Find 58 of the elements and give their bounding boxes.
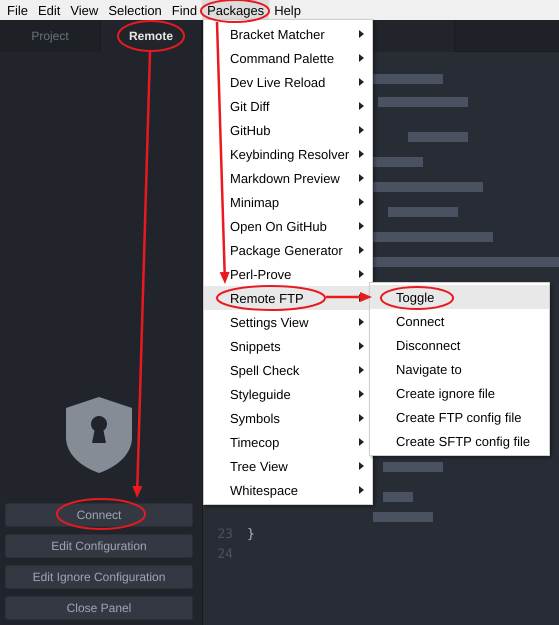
code-line: } (247, 526, 255, 542)
panel-button[interactable]: Edit Configuration (5, 534, 193, 558)
submenu-arrow-icon (359, 462, 364, 470)
menu-item[interactable]: Spell Check (204, 358, 372, 382)
menu-item[interactable]: Dev Live Reload (204, 70, 372, 94)
menu-item[interactable]: Keybinding Resolver (204, 142, 372, 166)
menu-item[interactable]: Toggle (370, 285, 549, 309)
submenu-arrow-icon (359, 270, 364, 278)
submenu-arrow-icon (359, 78, 364, 86)
menu-item[interactable]: Disconnect (370, 333, 549, 357)
submenu-arrow-icon (359, 30, 364, 38)
submenu-arrow-icon (359, 390, 364, 398)
menu-item[interactable]: Package Generator (204, 238, 372, 262)
menu-item[interactable]: Markdown Preview (204, 166, 372, 190)
menu-item[interactable]: View (65, 0, 104, 20)
menu-item[interactable]: Perl-Prove (204, 262, 372, 286)
panel-button[interactable]: Edit Ignore Configuration (5, 565, 193, 589)
annotation-ellipse (117, 20, 185, 52)
menu-item[interactable]: File (2, 0, 33, 20)
submenu-arrow-icon (359, 222, 364, 230)
menu-item[interactable]: Snippets (204, 334, 372, 358)
submenu-arrow-icon (359, 342, 364, 350)
menu-item[interactable]: Minimap (204, 190, 372, 214)
menu-item[interactable]: Create FTP config file (370, 405, 549, 429)
menu-item[interactable]: Symbols (204, 406, 372, 430)
menu-item[interactable]: Find (166, 0, 202, 20)
menu-item[interactable]: Create ignore file (370, 381, 549, 405)
menu-item[interactable]: GitHub (204, 118, 372, 142)
submenu-arrow-icon (359, 54, 364, 62)
menu-item[interactable]: Navigate to (370, 357, 549, 381)
menu-item[interactable]: Command Palette (204, 46, 372, 70)
submenu-arrow-icon (359, 150, 364, 158)
menu-item[interactable]: Tree View (204, 454, 372, 478)
submenu-arrow-icon (359, 174, 364, 182)
menu-item[interactable]: Git Diff (204, 94, 372, 118)
annotation-arrow (326, 292, 372, 302)
menu-item[interactable]: Whitespace (204, 478, 372, 502)
submenu-arrow-icon (359, 246, 364, 254)
submenu-arrow-icon (359, 486, 364, 494)
submenu-arrow-icon (359, 438, 364, 446)
menu-item[interactable]: Open On GitHub (204, 214, 372, 238)
menu-item[interactable]: Selection (103, 0, 167, 20)
menu-item[interactable]: Settings View (204, 310, 372, 334)
submenu-arrow-icon (359, 198, 364, 206)
submenu-arrow-icon (359, 366, 364, 374)
menu-item[interactable]: Timecop (204, 430, 372, 454)
submenu-arrow-icon (359, 318, 364, 326)
menu-item[interactable]: Help (269, 0, 306, 20)
submenu-arrow-icon (359, 102, 364, 110)
menu-item[interactable]: Connect (370, 309, 549, 333)
menu-item[interactable]: Edit (32, 0, 66, 20)
panel-button[interactable]: Close Panel (5, 596, 193, 620)
shield-keyhole-icon (66, 397, 132, 473)
submenu-arrow-icon (359, 414, 364, 422)
menu-item[interactable]: Styleguide (204, 382, 372, 406)
menu-item[interactable]: Create SFTP config file (370, 429, 549, 453)
panel-button[interactable]: Connect (5, 503, 193, 527)
submenu-arrow-icon (359, 126, 364, 134)
